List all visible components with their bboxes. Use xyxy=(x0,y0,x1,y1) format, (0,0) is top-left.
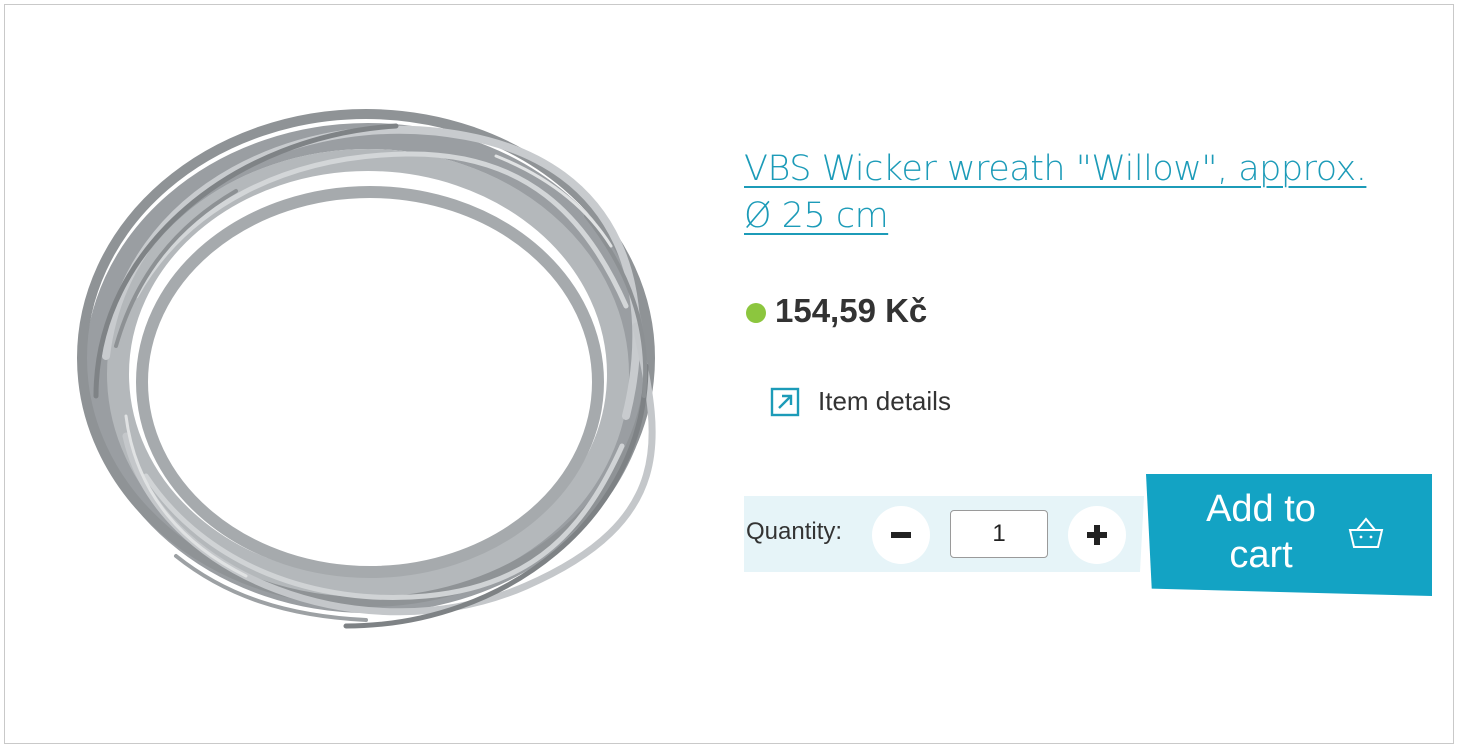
quantity-label: Quantity: xyxy=(746,518,843,545)
plus-icon xyxy=(1087,525,1107,545)
product-title-link[interactable]: VBS Wicker wreath "Willow", approx. Ø 25… xyxy=(744,146,1404,240)
decrease-quantity-button[interactable] xyxy=(872,506,930,564)
quantity-input[interactable] xyxy=(950,510,1048,558)
basket-icon xyxy=(1348,517,1384,548)
add-to-cart-label: Add to cart xyxy=(1206,488,1316,576)
minus-icon xyxy=(891,532,911,538)
product-price: 154,59 Kč xyxy=(775,292,928,329)
external-link-arrow-icon xyxy=(770,387,800,416)
item-details-label: Item details xyxy=(818,386,951,416)
stock-status-dot xyxy=(746,303,766,323)
item-details-link[interactable]: Item details xyxy=(770,386,951,417)
increase-quantity-button[interactable] xyxy=(1068,506,1126,564)
wicker-wreath-image[interactable] xyxy=(66,96,670,656)
price-row: 154,59 Kč xyxy=(746,292,927,330)
